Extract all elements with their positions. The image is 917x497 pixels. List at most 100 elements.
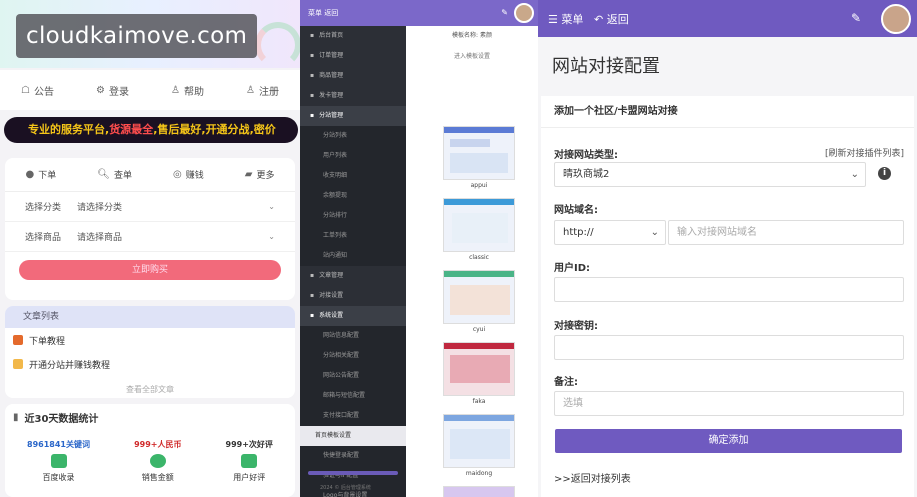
template-caption: faka bbox=[472, 398, 486, 405]
sidebar-item[interactable]: ▪ 分站管理 bbox=[300, 106, 406, 126]
template-caption: cyui bbox=[472, 326, 486, 333]
sidebar-item[interactable]: 验证与IP配置 bbox=[300, 466, 406, 486]
sidebar-item[interactable]: 用户列表 bbox=[300, 146, 406, 166]
note-input[interactable]: 选填 bbox=[554, 391, 904, 416]
template-thumb-cyui[interactable] bbox=[443, 270, 515, 324]
template-thumb-appui[interactable] bbox=[443, 126, 515, 180]
view-all-articles-link[interactable]: 查看全部文章 bbox=[5, 384, 295, 395]
template-thumb-next[interactable] bbox=[443, 486, 515, 497]
sidebar-item[interactable]: ▪ 对接设置 bbox=[300, 286, 406, 306]
sidebar-item[interactable]: 首页模板设置 bbox=[300, 426, 406, 446]
sidebar-item[interactable]: 分站列表 bbox=[300, 126, 406, 146]
sidebar-item[interactable]: 网站信息配置 bbox=[300, 326, 406, 346]
buy-now-button[interactable]: 立即购买 bbox=[19, 260, 281, 280]
sidebar-item-label: 用户列表 bbox=[323, 152, 348, 159]
template-thumb-classic[interactable] bbox=[443, 198, 515, 252]
sidebar-item-label: 后台首页 bbox=[319, 32, 344, 39]
stat-value: 999+人民币 bbox=[134, 440, 182, 449]
copyright-text: 2024 © 后台管理系统 bbox=[320, 485, 371, 491]
wrench-icon[interactable]: ✎ bbox=[501, 0, 508, 26]
sidebar-item[interactable]: ▪ 订单管理 bbox=[300, 46, 406, 66]
user-id-input[interactable] bbox=[554, 277, 904, 302]
template-thumb-maidong[interactable] bbox=[443, 414, 515, 468]
sidebar-item[interactable]: 工单列表 bbox=[300, 226, 406, 246]
nav-register[interactable]: ♙ 注册 bbox=[246, 83, 279, 98]
sidebar-scrollbar[interactable] bbox=[308, 471, 398, 475]
menu-button[interactable]: ☰ 菜单 bbox=[548, 11, 583, 27]
sidebar-item[interactable]: ▪ 后台首页 bbox=[300, 26, 406, 46]
sidebar-item[interactable]: 收支明细 bbox=[300, 166, 406, 186]
header-menu-back[interactable]: 菜单 返回 bbox=[308, 9, 338, 17]
sidebar-item[interactable]: 站内通知 bbox=[300, 246, 406, 266]
note-label: 备注: bbox=[554, 377, 578, 388]
stat-caption: 用户好评 bbox=[233, 473, 266, 482]
info-icon[interactable]: i bbox=[878, 167, 891, 180]
ticker-text: 密价 bbox=[253, 123, 276, 136]
sidebar-item[interactable]: 支付接口配置 bbox=[300, 406, 406, 426]
refresh-plugins-link[interactable]: [刷新对接插件列表] bbox=[825, 146, 904, 159]
nav-login[interactable]: ⚙ 登录 bbox=[96, 83, 129, 98]
sidebar-item-label: 快捷登录配置 bbox=[323, 452, 360, 459]
sidebar-item[interactable]: 余额提现 bbox=[300, 186, 406, 206]
template-thumb-faka[interactable] bbox=[443, 342, 515, 396]
top-header: ☰ 菜单 ↶ 返回 ✎ bbox=[538, 0, 917, 37]
tab-earn[interactable]: ◎ 赚钱 bbox=[173, 168, 204, 181]
money-bag-icon bbox=[149, 454, 166, 468]
stat-caption: 销售金额 bbox=[141, 473, 174, 482]
back-button[interactable]: ↶ 返回 bbox=[594, 11, 629, 27]
page-title: 网站对接配置 bbox=[552, 56, 660, 77]
sidebar-item[interactable]: ▪ 商品管理 bbox=[300, 66, 406, 86]
sidebar-item-label: 网站信息配置 bbox=[323, 332, 360, 339]
template-caption: maidong bbox=[465, 470, 493, 477]
tab-query[interactable]: 🔍︎ 查单 bbox=[97, 168, 132, 181]
article-title: 下单教程 bbox=[29, 336, 66, 347]
template-settings-link[interactable]: 进入模板设置 bbox=[406, 51, 538, 60]
avatar[interactable] bbox=[514, 3, 534, 23]
template-caption: appui bbox=[470, 182, 488, 189]
tab-order[interactable]: ● 下单 bbox=[26, 168, 57, 181]
order-tabs: ● 下单 🔍︎ 查单 ◎ 赚钱 ▰ 更多 bbox=[5, 158, 295, 192]
mobile-storefront: cloudkaimove.com ☖ 公告 ⚙ 登录 ♙ 帮助 ♙ 注册 专业的服务平台… bbox=[0, 0, 300, 497]
secret-key-input[interactable] bbox=[554, 335, 904, 360]
sidebar-item[interactable]: 网站公告配置 bbox=[300, 366, 406, 386]
menu-icon: ▪ bbox=[310, 72, 315, 79]
sidebar-item[interactable]: ▪ 发卡管理 bbox=[300, 86, 406, 106]
article-item[interactable]: 下单教程 bbox=[5, 328, 295, 352]
stats-row: 8961841关键词 百度收录 999+人民币 销售金额 999+次好评 用户好评 bbox=[5, 439, 295, 483]
sidebar-item-label: 邮箱与短信配置 bbox=[323, 392, 366, 399]
nav-announce[interactable]: ☖ 公告 bbox=[21, 83, 54, 98]
domain-input[interactable]: 输入对接网站域名 bbox=[668, 220, 904, 245]
tab-label: 下单 bbox=[38, 171, 57, 181]
avatar-icon: ● bbox=[25, 169, 35, 180]
article-item[interactable]: 开通分站并赚钱教程 bbox=[5, 352, 295, 376]
sidebar-item[interactable]: 邮箱与短信配置 bbox=[300, 386, 406, 406]
tab-more[interactable]: ▰ 更多 bbox=[245, 168, 275, 181]
stat-item: 999+人民币 销售金额 bbox=[134, 439, 181, 483]
confirm-add-button[interactable]: 确定添加 bbox=[555, 429, 902, 453]
wrench-icon[interactable]: ✎ bbox=[851, 11, 861, 25]
nav-label: 公告 bbox=[33, 86, 54, 98]
back-to-list-link[interactable]: >>返回对接列表 bbox=[554, 470, 631, 485]
sidebar-item[interactable]: 分站排行 bbox=[300, 206, 406, 226]
sidebar-item[interactable]: ▪ 系统设置 bbox=[300, 306, 406, 326]
sidebar-item[interactable]: 快捷登录配置 bbox=[300, 446, 406, 466]
nav-help[interactable]: ♙ 帮助 bbox=[171, 83, 204, 98]
stat-caption: 百度收录 bbox=[42, 473, 75, 482]
avatar[interactable] bbox=[881, 4, 911, 34]
category-select[interactable]: 选择分类 请选择分类 ⌄ bbox=[5, 192, 295, 222]
sidebar-item-label: 分站排行 bbox=[323, 212, 348, 219]
menu-icon: ▪ bbox=[310, 92, 315, 99]
search-icon: 🔍︎ bbox=[97, 169, 110, 180]
top-nav: ☖ 公告 ⚙ 登录 ♙ 帮助 ♙ 注册 bbox=[0, 70, 300, 110]
sidebar-item[interactable]: ▪ 文章管理 bbox=[300, 266, 406, 286]
form-header: 添加一个社区/卡盟网站对接 bbox=[541, 96, 914, 128]
sidebar-item[interactable]: 分站相关配置 bbox=[300, 346, 406, 366]
product-select[interactable]: 选择商品 请选择商品 ⌄ bbox=[5, 222, 295, 252]
user-id-label: 用户ID: bbox=[554, 263, 591, 274]
site-type-select[interactable]: 晴玖商城2 ⌄ bbox=[554, 162, 866, 187]
sidebar-item-label: 验证与IP配置 bbox=[323, 472, 359, 479]
protocol-select[interactable]: http:// ⌄ bbox=[554, 220, 666, 245]
sidebar-item-label: 支付接口配置 bbox=[323, 412, 360, 419]
site-connection-config: ☰ 菜单 ↶ 返回 ✎ 网站对接配置 添加一个社区/卡盟网站对接 对接网站类型:… bbox=[538, 0, 917, 497]
back-label: 返回 bbox=[606, 13, 629, 26]
